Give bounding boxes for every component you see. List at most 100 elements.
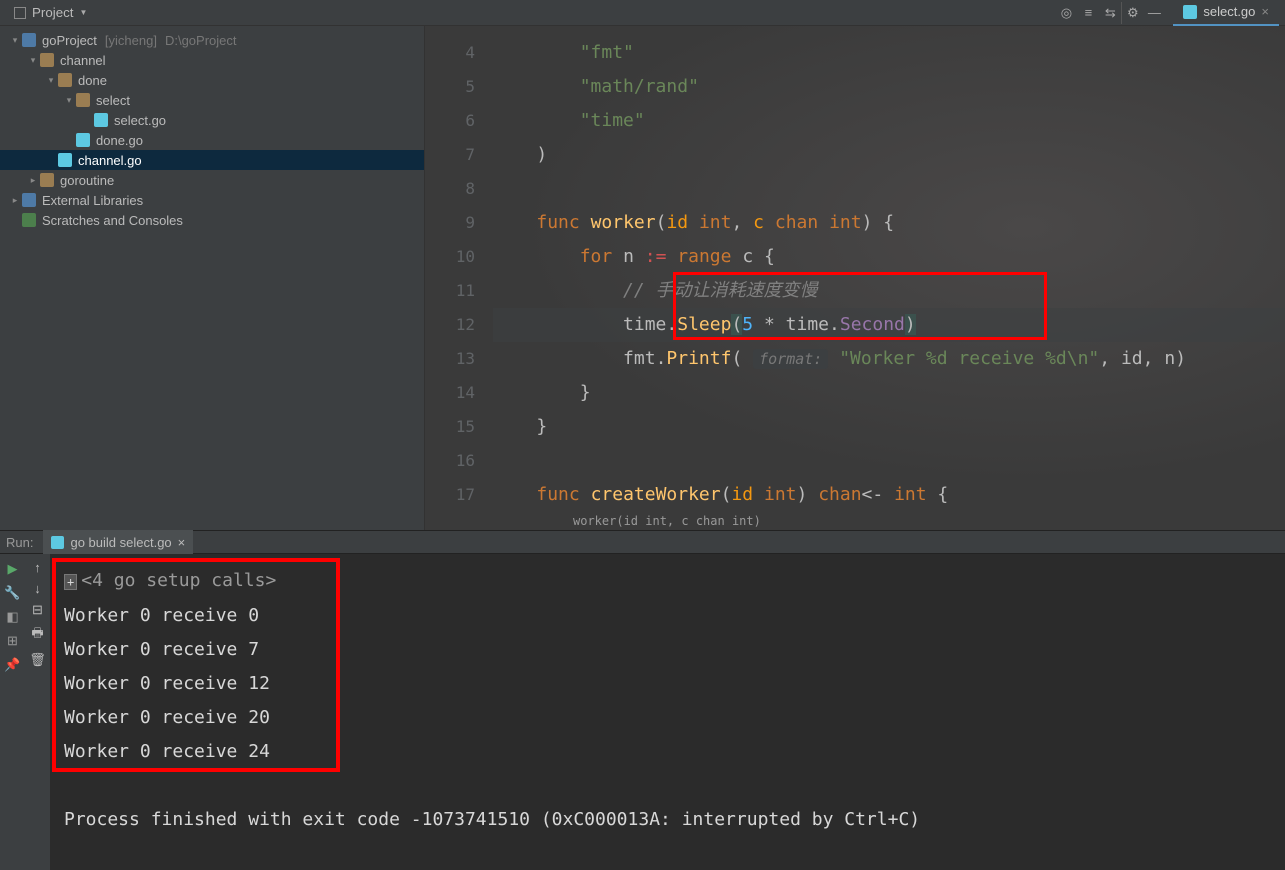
tree-node[interactable]: ▾ select — [0, 90, 424, 110]
code-text: range — [677, 246, 731, 267]
toolbar: Project ▼ ◎ ≡ ⇆ ⚙ — select.go × — [0, 0, 1285, 26]
wrench-icon[interactable]: 🔧 — [4, 584, 22, 602]
folder-icon — [58, 73, 72, 87]
code-text: int — [829, 212, 862, 233]
code-text: format: — [753, 349, 828, 369]
chevron-icon[interactable]: ▾ — [44, 75, 58, 86]
code-text: c — [753, 212, 764, 233]
code-text: n — [1164, 348, 1175, 369]
console-line: Worker 0 receive 0 — [64, 599, 1271, 633]
breadcrumb[interactable]: worker(id int, c chan int) — [573, 514, 761, 528]
editor-tab-select[interactable]: select.go × — [1173, 0, 1279, 26]
console-output[interactable]: +<4 go setup calls> Worker 0 receive 0 W… — [50, 554, 1285, 870]
fold-icon[interactable]: + — [64, 574, 77, 590]
target-icon[interactable]: ◎ — [1055, 2, 1077, 24]
close-icon[interactable]: × — [178, 535, 186, 550]
run-tab-label: go build select.go — [70, 535, 171, 550]
gear-icon[interactable]: ⚙ — [1121, 2, 1143, 24]
tree-label: select.go — [114, 113, 166, 128]
run-tab[interactable]: go build select.go × — [43, 530, 193, 554]
console-line: Process finished with exit code -1073741… — [64, 803, 1271, 837]
code-text: c — [742, 246, 753, 267]
code-text: Sleep — [677, 314, 731, 335]
tree-node[interactable]: ▾channel — [0, 50, 424, 70]
line-number: 17 — [425, 478, 493, 512]
tree-label: done — [78, 73, 107, 88]
close-icon[interactable]: × — [1261, 4, 1269, 19]
line-number: 9 — [425, 206, 493, 240]
project-label: Project — [32, 5, 73, 20]
chevron-icon[interactable]: ▸ — [26, 175, 40, 186]
code-text: time — [786, 314, 829, 335]
run-icon[interactable]: ▶ — [4, 560, 22, 578]
code-text: Printf — [666, 348, 731, 369]
tree-label: select — [96, 93, 130, 108]
code-area[interactable]: "fmt" "math/rand" "time" ) func worker(i… — [493, 26, 1285, 530]
minimize-icon[interactable]: — — [1143, 2, 1165, 24]
tree-node[interactable]: ▾goProject[yicheng]D:\goProject — [0, 30, 424, 50]
tree-node[interactable]: ▸channel.go — [0, 150, 424, 170]
tree-node[interactable]: ▸ goroutine — [0, 170, 424, 190]
go-icon — [94, 113, 108, 127]
trash-icon[interactable]: 🗑 — [29, 652, 46, 668]
project-tree[interactable]: ▾goProject[yicheng]D:\goProject▾channel▾… — [0, 26, 425, 530]
line-number: 8 — [425, 172, 493, 206]
chevron-icon[interactable]: ▾ — [8, 35, 22, 46]
mute-icon[interactable]: ◧ — [4, 608, 22, 626]
line-number: 13 — [425, 342, 493, 376]
tree-node[interactable]: ▸select.go — [0, 110, 424, 130]
run-label: Run: — [6, 535, 33, 550]
code-text: "time" — [580, 110, 645, 131]
line-number: 15 — [425, 410, 493, 444]
console-line: Worker 0 receive 12 — [64, 667, 1271, 701]
line-number: 5 — [425, 70, 493, 104]
chevron-down-icon: ▼ — [79, 8, 87, 17]
project-tool-button[interactable]: Project ▼ — [6, 3, 95, 22]
scratch-icon — [22, 213, 36, 227]
expand-icon[interactable]: ⇆ — [1099, 2, 1121, 24]
chevron-icon[interactable]: ▾ — [26, 55, 40, 66]
down-icon[interactable]: ↓ — [34, 581, 41, 596]
code-text: fmt — [623, 348, 656, 369]
line-number: 4 — [425, 36, 493, 70]
line-number: 10 — [425, 240, 493, 274]
console-line: Worker 0 receive 24 — [64, 735, 1271, 769]
code-text: n — [623, 246, 634, 267]
chevron-icon[interactable]: ▸ — [8, 195, 22, 206]
code-text: func — [536, 484, 579, 505]
collapse-icon[interactable]: ≡ — [1077, 2, 1099, 24]
tree-node[interactable]: ▸Scratches and Consoles — [0, 210, 424, 230]
tree-label: Scratches and Consoles — [42, 213, 183, 228]
chevron-icon[interactable]: ▾ — [62, 95, 76, 106]
line-number: 11 — [425, 274, 493, 308]
wrap-icon[interactable]: ⊟ — [32, 602, 43, 618]
print-icon[interactable]: 🖶 — [31, 624, 43, 646]
folder-icon — [40, 173, 54, 187]
line-number: 12 — [425, 308, 493, 342]
line-gutter: 4567891011121314151617 — [425, 26, 493, 530]
tree-label: done.go — [96, 133, 143, 148]
layout-icon[interactable]: ⊞ — [4, 632, 22, 650]
pin-icon[interactable]: 📌 — [4, 656, 22, 674]
run-toolbar-left2: ↑ ↓ ⊟ 🖶 🗑 — [25, 554, 50, 870]
project-icon — [14, 7, 26, 19]
tree-label: goroutine — [60, 173, 114, 188]
code-text: "Worker %d receive %d\n" — [839, 348, 1099, 369]
code-text: int — [894, 484, 927, 505]
code-text: worker — [591, 212, 656, 233]
go-icon — [76, 133, 90, 147]
go-file-icon — [1183, 5, 1197, 19]
up-icon[interactable]: ↑ — [34, 560, 41, 575]
code-text: := — [645, 246, 667, 267]
code-text: createWorker — [591, 484, 721, 505]
code-text: "fmt" — [580, 42, 634, 63]
run-panel: Run: go build select.go × ▶ 🔧 ◧ ⊞ 📌 ↑ ↓ … — [0, 530, 1285, 870]
tree-node[interactable]: ▸done.go — [0, 130, 424, 150]
line-number: 16 — [425, 444, 493, 478]
tree-hint: [yicheng] — [105, 33, 157, 48]
code-text: Second — [840, 314, 905, 335]
tree-node[interactable]: ▾ done — [0, 70, 424, 90]
code-text: id — [1121, 348, 1143, 369]
code-editor[interactable]: 4567891011121314151617 "fmt" "math/rand"… — [425, 26, 1285, 530]
tree-node[interactable]: ▸External Libraries — [0, 190, 424, 210]
